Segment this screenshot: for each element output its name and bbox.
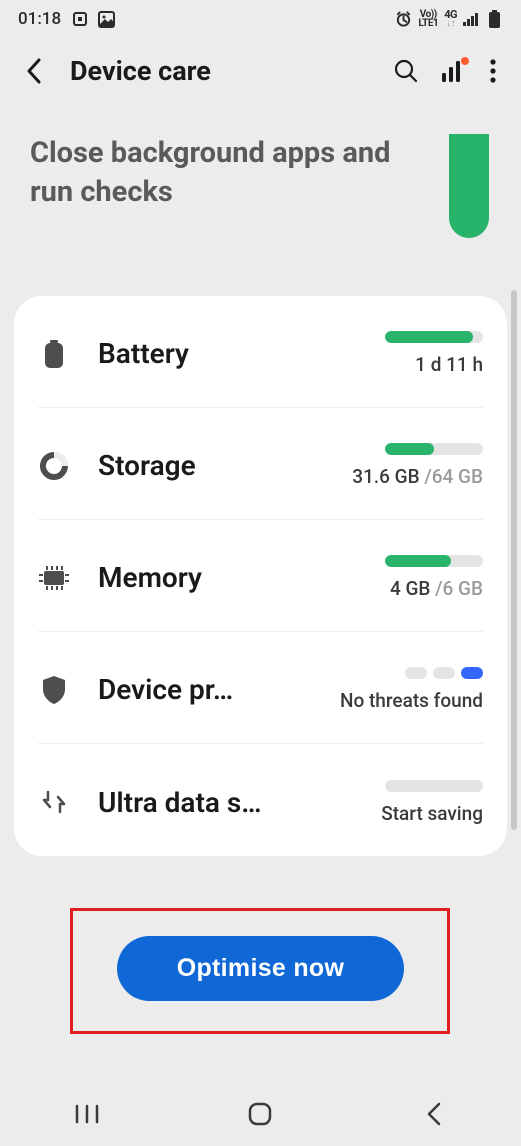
summary-text: Close background apps and run checks (30, 134, 429, 212)
status-left: 01:18 (18, 9, 115, 29)
gallery-icon (98, 11, 115, 28)
page-title: Device care (70, 55, 371, 87)
battery-row[interactable]: Battery 1 d 11 h (38, 296, 483, 408)
shield-icon (38, 670, 70, 710)
ultra-data-saving-info: Start saving (313, 780, 483, 825)
battery-remaining: 1 d 11 h (415, 353, 483, 376)
memory-usage: 4 GB /6 GB (390, 577, 483, 600)
optimise-now-button[interactable]: Optimise now (117, 936, 405, 1001)
volte-label: Vo)) LTE1 (418, 10, 438, 28)
home-button[interactable] (230, 1101, 290, 1127)
battery-icon (486, 11, 503, 28)
storage-info: 31.6 GB /64 GB (313, 443, 483, 488)
summary-section: Close background apps and run checks (0, 104, 521, 238)
storage-row[interactable]: Storage 31.6 GB /64 GB (38, 408, 483, 520)
ultra-data-progress (385, 780, 483, 792)
network-gen-label: 4G ↓↑ (444, 10, 457, 28)
signal-icon (463, 11, 480, 28)
navigation-bar (0, 1082, 521, 1146)
app-bar: Device care (0, 38, 521, 104)
status-right: Vo)) LTE1 4G ↓↑ (395, 10, 503, 28)
more-options-button[interactable] (489, 58, 497, 84)
alarm-icon (395, 11, 412, 28)
battery-label: Battery (98, 337, 285, 370)
nav-back-button[interactable] (404, 1101, 464, 1127)
ultra-data-status: Start saving (381, 802, 483, 825)
data-saving-icon (38, 782, 70, 822)
memory-row[interactable]: Memory 4 GB /6 GB (38, 520, 483, 632)
recents-button[interactable] (57, 1103, 117, 1125)
memory-progress (385, 555, 483, 567)
back-button[interactable] (24, 56, 44, 86)
battery-icon (38, 334, 70, 374)
ultra-data-saving-label: Ultra data s… (98, 786, 285, 819)
memory-info: 4 GB /6 GB (313, 555, 483, 600)
storage-label: Storage (98, 449, 285, 482)
notification-dot-icon (461, 57, 469, 65)
device-care-card: Battery 1 d 11 h Storage 31.6 GB /64 GB … (14, 296, 507, 856)
ultra-data-saving-row[interactable]: Ultra data s… Start saving (38, 744, 483, 856)
status-indicator-pill (449, 134, 489, 238)
search-button[interactable] (393, 58, 419, 84)
storage-progress (385, 443, 483, 455)
device-protection-status: No threats found (340, 689, 483, 712)
storage-icon (38, 446, 70, 486)
scroll-indicator[interactable] (511, 290, 517, 830)
memory-label: Memory (98, 561, 285, 594)
status-bar: 01:18 Vo)) LTE1 4G ↓↑ (0, 0, 521, 38)
battery-info: 1 d 11 h (313, 331, 483, 376)
device-protection-info: No threats found (313, 667, 483, 712)
network-usage-button[interactable] (441, 59, 467, 83)
storage-usage: 31.6 GB /64 GB (352, 465, 483, 488)
status-time: 01:18 (18, 9, 61, 29)
device-protection-dots (405, 667, 483, 679)
battery-progress (385, 331, 483, 343)
memory-icon (38, 558, 70, 598)
device-protection-row[interactable]: Device pr… No threats found (38, 632, 483, 744)
device-protection-label: Device pr… (98, 673, 285, 706)
status-icon-1 (71, 11, 88, 28)
